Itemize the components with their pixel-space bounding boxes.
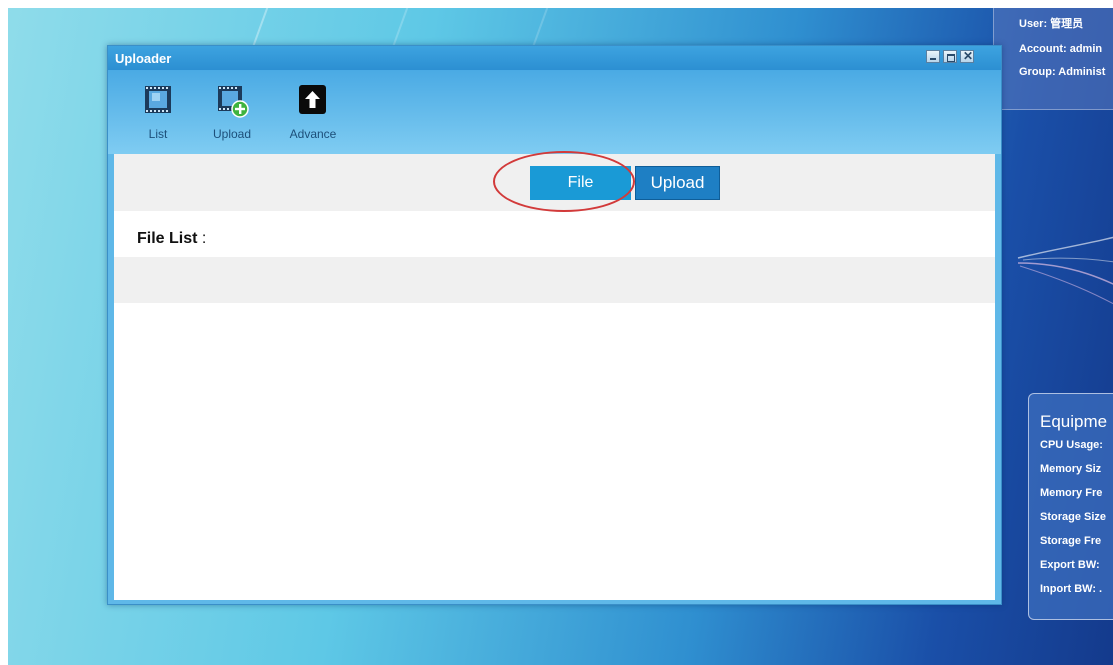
user-group: Group: Administ — [1019, 66, 1106, 78]
file-list-label-text: File List — [137, 230, 198, 247]
toolbar-advance-button[interactable]: Advance — [283, 82, 343, 148]
maximize-icon — [947, 54, 955, 62]
storage-free-label: Storage Fre — [1040, 535, 1102, 547]
toolbar-upload-label: Upload — [212, 127, 252, 141]
toolbar-list-label: List — [148, 127, 168, 141]
toolbar-upload-button[interactable]: Upload — [202, 82, 262, 148]
minimize-button[interactable] — [926, 50, 940, 63]
maximize-button[interactable] — [943, 50, 957, 63]
file-list-row — [114, 257, 995, 303]
inport-bw-label: Inport BW: . — [1040, 583, 1103, 595]
storage-size-label: Storage Size — [1040, 511, 1107, 523]
window-titlebar[interactable]: Uploader ✕ — [108, 46, 1001, 70]
cpu-usage-label: CPU Usage: — [1040, 439, 1103, 451]
user-name: User: 管理员 — [1019, 18, 1084, 30]
toolbar-list-button[interactable]: List — [128, 82, 188, 148]
equipment-title: Equipme — [1040, 412, 1108, 431]
toolbar-advance-label: Advance — [289, 127, 337, 141]
memory-size-label: Memory Siz — [1040, 463, 1102, 475]
memory-free-label: Memory Fre — [1040, 487, 1103, 499]
toolbar: List Upload Advance — [108, 70, 1001, 154]
film-add-icon — [218, 86, 249, 118]
film-icon — [145, 86, 171, 113]
upload-button[interactable]: Upload — [635, 166, 720, 200]
close-button[interactable]: ✕ — [960, 49, 974, 63]
export-bw-label: Export BW: — [1040, 559, 1100, 571]
file-list-colon: : — [201, 230, 207, 247]
user-info-panel: User: 管理员 Account: admin Group: Administ — [993, 8, 1113, 110]
equipment-panel: Equipme CPU Usage: Memory Siz Memory Fre… — [1028, 393, 1113, 620]
file-list-heading: File List : — [137, 230, 206, 248]
arrow-up-icon — [299, 85, 326, 114]
file-button[interactable]: File — [530, 166, 631, 200]
content-area: File Upload File List : — [114, 151, 995, 600]
close-icon: ✕ — [963, 49, 974, 63]
user-account: Account: admin — [1019, 43, 1103, 55]
action-bar: File Upload — [114, 151, 995, 212]
uploader-window: Uploader ✕ List Upload Advance File Uplo… — [107, 45, 1002, 605]
decorative-swoosh — [1017, 236, 1113, 305]
window-title: Uploader — [115, 51, 172, 66]
minimize-icon — [930, 58, 936, 60]
